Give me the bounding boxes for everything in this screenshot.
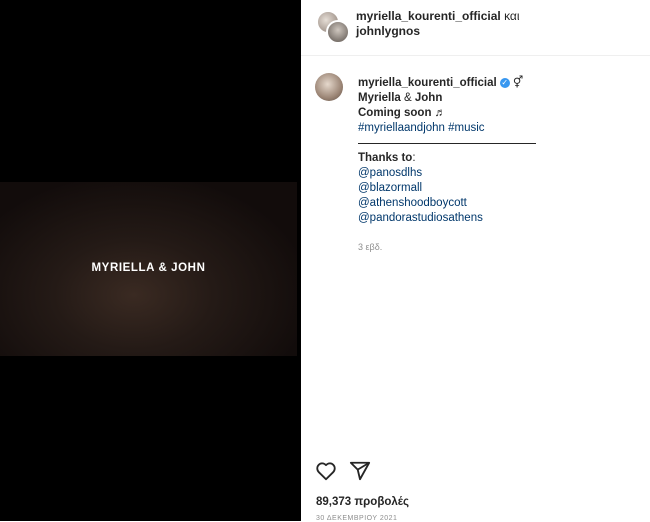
- views-count[interactable]: 89,373 προβολές: [316, 496, 409, 508]
- mention-link[interactable]: @athenshoodboycott: [358, 196, 638, 211]
- coauthor-link[interactable]: johnlygnos: [356, 24, 420, 38]
- gender-symbol: ⚥: [512, 77, 524, 89]
- mention-link[interactable]: @panosdlhs: [358, 166, 638, 181]
- post-media[interactable]: MYRIELLA & JOHN: [0, 0, 301, 521]
- caption-amp: &: [400, 92, 415, 104]
- post-header: myriella_kourenti_official και johnlygno…: [301, 0, 650, 56]
- caption-avatar[interactable]: [315, 73, 343, 101]
- caption-name1: Myriella: [358, 92, 401, 104]
- verified-badge-icon: ✓: [499, 77, 510, 88]
- avatar-coauthor: [326, 20, 350, 44]
- conjunction-text: και: [504, 9, 520, 23]
- action-bar: [315, 460, 395, 482]
- caption-hashtags[interactable]: #myriellaandjohn #music: [358, 121, 638, 136]
- send-icon[interactable]: [349, 460, 371, 482]
- post-sidebar: myriella_kourenti_official και johnlygno…: [301, 0, 650, 522]
- caption-divider: [358, 143, 536, 144]
- thanks-label: Thanks to: [358, 152, 413, 164]
- mention-link[interactable]: @pandorastudiosathens: [358, 211, 638, 226]
- author-link[interactable]: myriella_kourenti_official: [356, 9, 501, 23]
- thanks-colon: :: [412, 152, 416, 164]
- caption-username[interactable]: myriella_kourenti_official: [358, 77, 497, 89]
- mention-link[interactable]: @blazormall: [358, 181, 638, 196]
- post-time[interactable]: 3 εβδ.: [358, 242, 382, 252]
- heart-icon[interactable]: [315, 460, 337, 482]
- caption-name2: John: [414, 92, 443, 104]
- video-title: MYRIELLA & JOHN: [91, 262, 206, 274]
- collab-avatars[interactable]: [316, 10, 350, 44]
- caption: myriella_kourenti_official ✓ ⚥ Myriella &…: [358, 76, 638, 226]
- caption-coming: Coming soon ♬: [358, 107, 447, 119]
- post-authors: myriella_kourenti_official και johnlygno…: [356, 9, 636, 39]
